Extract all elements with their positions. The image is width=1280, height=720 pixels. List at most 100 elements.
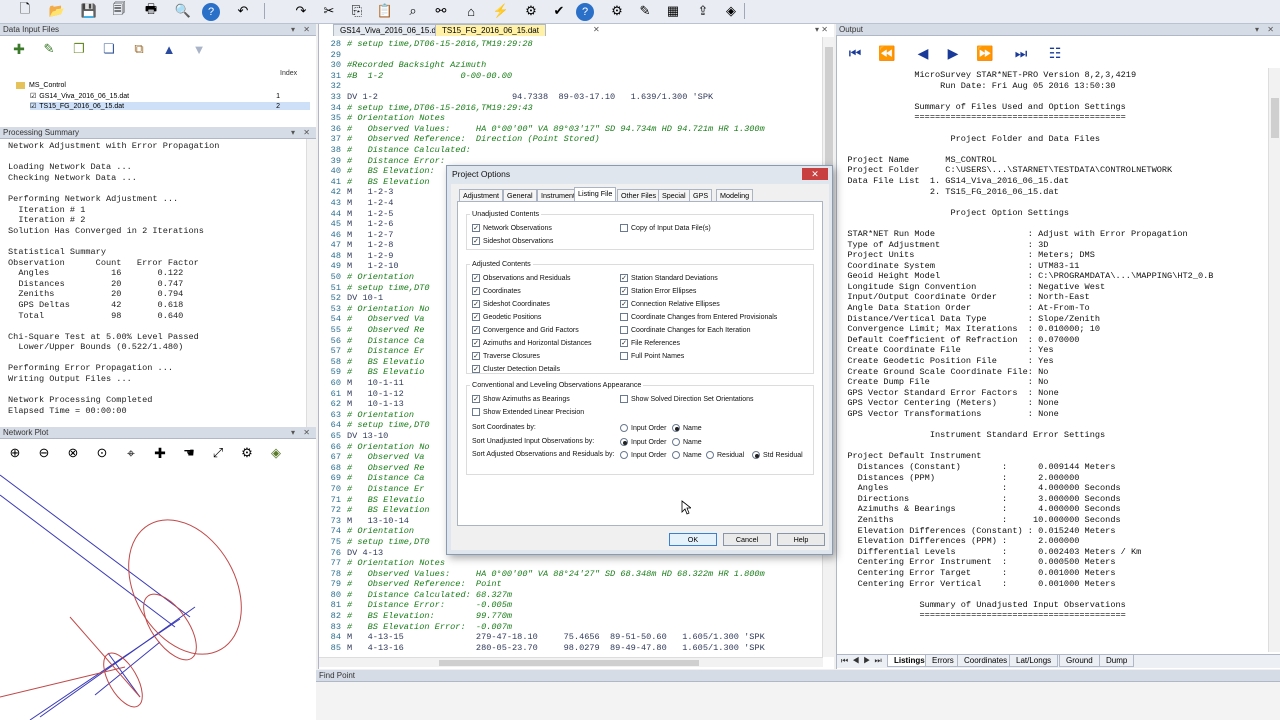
show-solved-direction-checkbox[interactable]: Show Solved Direction Set Orientations: [620, 395, 754, 403]
ok-button[interactable]: OK: [669, 533, 717, 546]
adjusted-option-checkbox[interactable]: ✓ Sideshot Coordinates: [472, 300, 550, 308]
sort-adj-residual-radio[interactable]: Residual: [706, 451, 744, 459]
code-line[interactable]: 80 # Distance Calculated: 68.327m: [319, 590, 819, 601]
adjusted-option-checkbox[interactable]: Coordinate Changes from Entered Provisio…: [620, 313, 777, 321]
cancel-button[interactable]: Cancel: [723, 533, 771, 546]
code-line[interactable]: 82 # BS Elevation: 99.770m: [319, 611, 819, 622]
code-line[interactable]: 83 # BS Elevation Error: -0.007m: [319, 622, 819, 633]
code-line[interactable]: 28 # setup time,DT06-15-2016,TM19:29:28: [319, 39, 819, 50]
code-line[interactable]: 33 DV 1-2 94.7338 89-03-17.10 1.639/1.300…: [319, 92, 819, 103]
sort-adj-name-radio[interactable]: Name: [672, 451, 702, 459]
adjusted-option-checkbox[interactable]: ✓ Connection Relative Ellipses: [620, 300, 720, 308]
tab-gps[interactable]: GPS: [689, 189, 713, 201]
editor-tab-gs14[interactable]: GS14_Viva_2016_06_15.dat: [333, 24, 450, 36]
sort-adj-std-residual-radio[interactable]: Std Residual: [752, 451, 803, 459]
adjusted-option-checkbox[interactable]: ✓ Coordinates: [472, 287, 521, 295]
move-down-icon[interactable]: ▼: [188, 40, 210, 58]
code-line[interactable]: 38 # Distance Calculated:: [319, 145, 819, 156]
previous-section-icon[interactable]: ⏪: [875, 42, 899, 64]
sort-unadj-input-order-radio[interactable]: Input Order: [620, 438, 666, 446]
dialog-close-button[interactable]: ✕: [802, 168, 828, 180]
help-icon[interactable]: ?: [202, 3, 220, 21]
show-extended-precision-checkbox[interactable]: Show Extended Linear Precision: [472, 408, 584, 416]
help-question-icon[interactable]: ?: [576, 3, 594, 21]
code-line[interactable]: 31 #B 1-2 0-00-00.00: [319, 71, 819, 82]
tab-modeling[interactable]: Modeling: [716, 189, 754, 201]
undo-icon[interactable]: ↶: [232, 1, 254, 21]
help-button[interactable]: Help: [777, 533, 825, 546]
adjusted-option-checkbox[interactable]: Coordinate Changes for Each Iteration: [620, 326, 750, 334]
code-line[interactable]: 36 # Observed Values: HA 0°00'00" VA 89°0…: [319, 124, 819, 135]
file-row-2[interactable]: ☑ TS15_FG_2016_06_15.dat 2: [30, 102, 310, 110]
file-checkbox-icon[interactable]: ☑: [30, 102, 36, 110]
output-vertical-scrollbar[interactable]: [1268, 68, 1280, 652]
calculator-icon[interactable]: ▦: [662, 1, 684, 21]
check-icon[interactable]: ✔: [548, 1, 570, 21]
tools-icon[interactable]: ✎: [634, 1, 656, 21]
output-tab-coordinates[interactable]: Coordinates: [957, 655, 1015, 667]
code-line[interactable]: 30 #Recorded Backsight Azimuth: [319, 60, 819, 71]
hand-icon[interactable]: ☚: [178, 443, 200, 463]
zoom-icon[interactable]: 🔍: [172, 1, 194, 21]
next-section-icon[interactable]: ⏩: [973, 42, 997, 64]
tab-other-files[interactable]: Other Files: [617, 189, 661, 201]
previous-page-icon[interactable]: ◀: [911, 42, 935, 64]
code-line[interactable]: 34 # setup time,DT06-15-2016,TM19:29:43: [319, 103, 819, 114]
editor-hscroll-thumb[interactable]: [439, 660, 699, 666]
export-icon[interactable]: ⇪: [692, 1, 714, 21]
code-line[interactable]: 78 # Observed Values: HA 0°00'00" VA 88°2…: [319, 569, 819, 580]
sort-unadj-name-radio[interactable]: Name: [672, 438, 702, 446]
copy-icon[interactable]: ⎘: [346, 1, 368, 21]
add-folder-icon[interactable]: ❐: [68, 40, 90, 58]
output-tab-errors[interactable]: Errors: [925, 655, 961, 667]
last-page-icon[interactable]: ⏭: [1009, 42, 1033, 64]
move-up-icon[interactable]: ▲: [158, 40, 180, 58]
layers-icon[interactable]: ◈: [265, 443, 287, 463]
adjusted-option-checkbox[interactable]: ✓ Observations and Residuals: [472, 274, 571, 282]
network-observations-checkbox[interactable]: ✓ Network Observations: [472, 224, 552, 232]
adjusted-option-checkbox[interactable]: ✓ Traverse Closures: [472, 352, 540, 360]
zoom-previous-icon[interactable]: ⊙: [91, 443, 113, 463]
output-tab-ground[interactable]: Ground: [1059, 655, 1100, 667]
network-plot-canvas[interactable]: [0, 467, 316, 720]
sort-coords-name-radio[interactable]: Name: [672, 424, 702, 432]
code-line[interactable]: 32: [319, 81, 819, 92]
sort-coords-input-order-radio[interactable]: Input Order: [620, 424, 666, 432]
first-page-icon[interactable]: ⏮: [843, 42, 867, 64]
paste-icon[interactable]: 📋: [374, 1, 396, 21]
adjusted-option-checkbox[interactable]: ✓ Azimuths and Horizontal Distances: [472, 339, 592, 347]
tab-scroll-arrows-icon[interactable]: ⏮◀▶⏭: [841, 656, 886, 666]
code-line[interactable]: 81 # Distance Error: -0.005m: [319, 600, 819, 611]
adjusted-option-checkbox[interactable]: Full Point Names: [620, 352, 684, 360]
adjusted-option-checkbox[interactable]: ✓ File References: [620, 339, 680, 347]
panel-pin-close-icon[interactable]: ▾ ✕: [291, 127, 313, 139]
output-tab-latlongs[interactable]: Lat/Longs: [1009, 655, 1059, 667]
print-icon[interactable]: 🖶: [140, 1, 162, 21]
new-doc-icon[interactable]: 🗋: [14, 1, 36, 21]
find-icon[interactable]: ⌕: [402, 1, 424, 21]
adjusted-option-checkbox[interactable]: ✓ Station Standard Deviations: [620, 274, 718, 282]
processing-summary-scrollbar[interactable]: [306, 139, 316, 427]
redo-icon[interactable]: ↷: [290, 1, 312, 21]
output-tab-dump[interactable]: Dump: [1099, 655, 1135, 667]
code-line[interactable]: 37 # Observed Reference: Direction (Point…: [319, 134, 819, 145]
code-line[interactable]: 84 M 4-13-15 279-47-18.10 75.4656 89-51-5…: [319, 632, 819, 643]
tab-general[interactable]: General: [503, 189, 537, 201]
sideshot-observations-checkbox[interactable]: ✓ Sideshot Observations: [472, 237, 553, 245]
pan-icon[interactable]: ⌖: [120, 443, 142, 463]
code-line[interactable]: 79 # Observed Reference: Point: [319, 579, 819, 590]
panel-pin-close-icon[interactable]: ▾ ✕: [1255, 24, 1277, 36]
show-azimuths-bearings-checkbox[interactable]: ✓ Show Azimuths as Bearings: [472, 395, 570, 403]
panel-pin-close-icon[interactable]: ▾ ✕: [291, 24, 313, 36]
file-checkbox-icon[interactable]: ☑: [30, 92, 36, 100]
copy-input-data-checkbox[interactable]: Copy of Input Data File(s): [620, 224, 711, 232]
tab-listing-file[interactable]: Listing File: [574, 187, 617, 201]
measure-icon[interactable]: ⤢: [207, 443, 229, 463]
editor-tab-dropdown-icon[interactable]: ▾ ✕: [815, 25, 828, 34]
tab-adjustment[interactable]: Adjustment: [459, 189, 503, 201]
add-file-icon[interactable]: ✚: [8, 40, 30, 58]
file-row-1[interactable]: ☑ GS14_Viva_2016_06_15.dat 1: [30, 92, 310, 101]
adjust-run-icon[interactable]: ⚡: [490, 1, 512, 21]
output-scroll-thumb[interactable]: [1271, 98, 1279, 138]
code-line[interactable]: 77 # Orientation Notes: [319, 558, 819, 569]
